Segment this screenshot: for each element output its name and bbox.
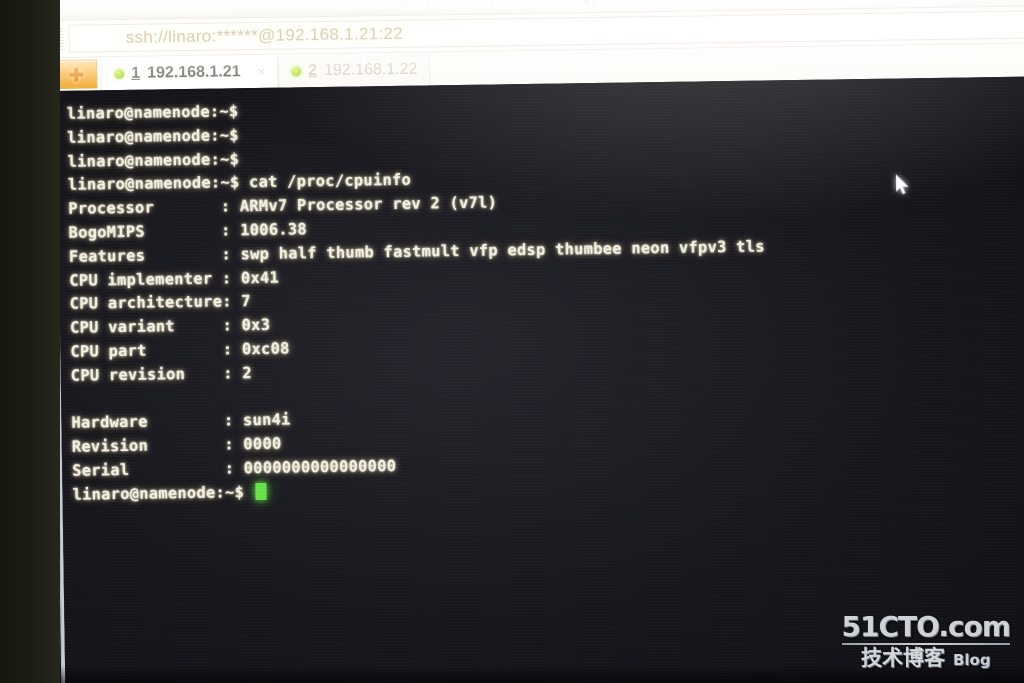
tab-number: 2 xyxy=(308,61,318,79)
tab-label: 192.168.1.22 xyxy=(323,60,418,79)
new-tab-button[interactable] xyxy=(55,59,98,89)
tab-192-168-1-21[interactable]: 1 192.168.1.21 × xyxy=(101,54,279,91)
lock-icon[interactable]: ⚿ xyxy=(759,0,783,6)
photographed-monitor-scene: ❐ ⌸ ⚲ ⎉ ▾ ▦ ▾ 🌎 ▾ A ▾ ⧉ ✓ ⇄ ⚿ ⌨ xyxy=(0,0,1024,683)
paste-icon[interactable]: ⌸ xyxy=(434,0,458,10)
chevron-down-icon[interactable]: ▾ xyxy=(645,0,655,7)
toolbar-separator xyxy=(427,0,429,8)
ssh-client-window: ❐ ⌸ ⚲ ⎉ ▾ ▦ ▾ 🌎 ▾ A ▾ ⧉ ✓ ⇄ ⚿ ⌨ xyxy=(52,0,1024,683)
tab-192-168-1-22[interactable]: 2 192.168.1.22 xyxy=(277,52,431,88)
copy-icon[interactable]: ❐ xyxy=(397,0,421,11)
toolbar-separator xyxy=(789,0,791,3)
transfer-icon[interactable]: ⇄ xyxy=(732,0,756,6)
monitor-bezel-left xyxy=(0,0,60,683)
print-icon[interactable]: ⎉ xyxy=(498,0,522,9)
ribbon-icon[interactable]: ⧉ xyxy=(668,0,692,7)
tab-label: 192.168.1.21 xyxy=(147,62,241,82)
chevron-down-icon[interactable]: ▾ xyxy=(565,0,575,8)
close-icon[interactable]: × xyxy=(257,64,265,79)
terminal-cursor xyxy=(255,482,267,500)
chevron-down-icon[interactable]: ▾ xyxy=(605,0,615,8)
chevron-down-icon[interactable]: ▾ xyxy=(525,0,535,9)
chart-icon[interactable]: ▦ xyxy=(538,0,562,9)
keyboard-icon[interactable]: ⌨ xyxy=(796,0,820,5)
toolbar-separator xyxy=(725,0,727,4)
mouse-pointer-icon xyxy=(895,174,909,195)
check-icon[interactable]: ✓ xyxy=(695,0,719,6)
globe-icon[interactable]: 🌎 xyxy=(578,0,602,8)
toolbar-separator xyxy=(661,0,663,4)
connection-status-icon xyxy=(114,68,125,79)
toolbar-separator xyxy=(491,0,493,7)
terminal-prompt: linaro@namenode:~$ xyxy=(72,482,254,504)
tab-number: 1 xyxy=(131,64,141,82)
search-icon[interactable]: ⚲ xyxy=(461,0,485,10)
font-icon[interactable]: A xyxy=(618,0,642,8)
terminal-output: linaro@namenode:~$ linaro@namenode:~$ lina… xyxy=(63,88,1024,507)
connection-status-icon xyxy=(291,65,302,76)
toolbar-grip-handle[interactable] xyxy=(58,27,63,50)
plus-icon xyxy=(68,66,84,82)
terminal-screen[interactable]: linaro@namenode:~$ linaro@namenode:~$ lina… xyxy=(56,76,1024,683)
address-input-value: ssh://linaro:******@192.168.1.21:22 xyxy=(125,23,404,47)
terminal-panel: linaro@namenode:~$ linaro@namenode:~$ lina… xyxy=(53,76,1024,683)
